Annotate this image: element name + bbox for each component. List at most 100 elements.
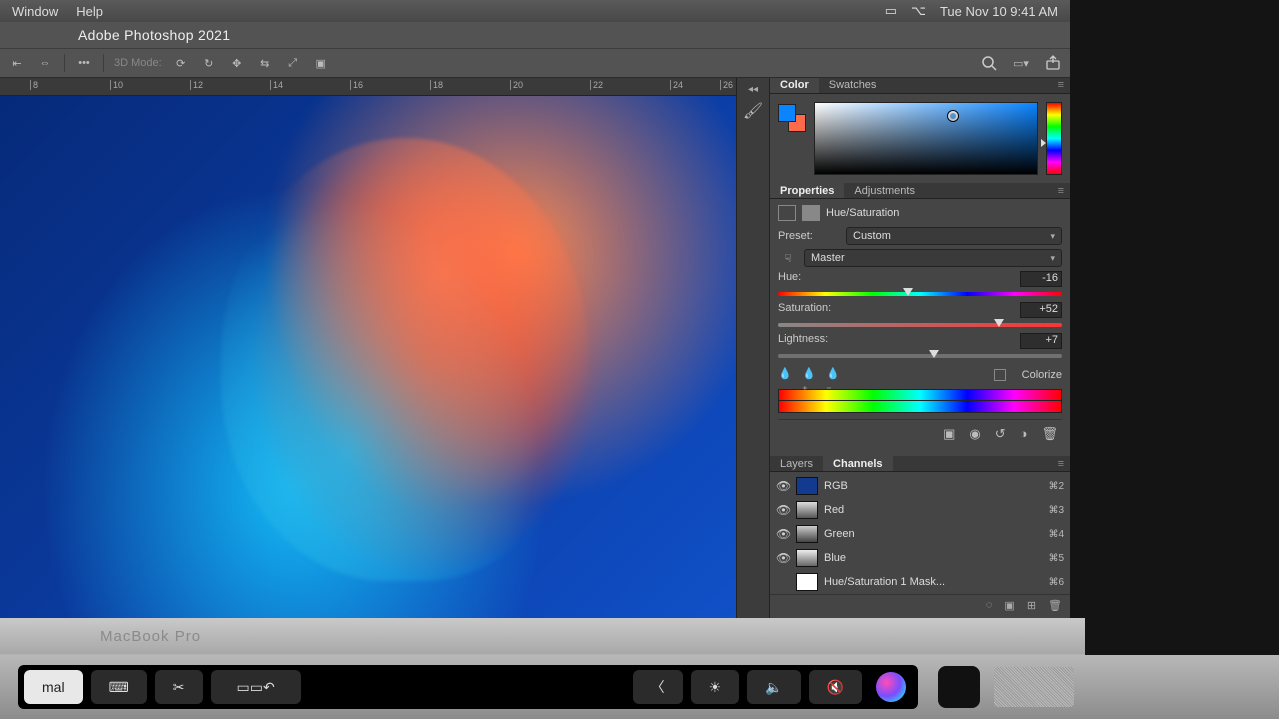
touchbar-cut-icon[interactable]: ✂	[155, 670, 203, 704]
load-selection-icon[interactable]: ◌	[986, 599, 993, 612]
tab-layers[interactable]: Layers	[770, 456, 823, 471]
reset-icon[interactable]: ↺	[995, 426, 1006, 442]
align-left-icon[interactable]: ⇤	[8, 54, 26, 72]
hue-strip[interactable]	[1046, 102, 1062, 175]
channel-row[interactable]: 👁 RGB ⌘2	[770, 474, 1070, 498]
lightness-value[interactable]: +7	[1020, 333, 1062, 349]
channel-row[interactable]: 👁 Green ⌘4	[770, 522, 1070, 546]
menubar-display-icon[interactable]: ▭	[885, 3, 897, 19]
eye-icon[interactable]: 👁	[776, 479, 790, 493]
align-center-icon[interactable]: ⇔	[36, 54, 54, 72]
touchbar-back-icon[interactable]: 〈	[633, 670, 683, 704]
eye-icon[interactable]: 👁	[776, 503, 790, 517]
hue-band-bottom[interactable]	[778, 401, 1062, 413]
lightness-slider[interactable]	[778, 351, 1062, 361]
channel-name: Green	[824, 528, 1042, 540]
photoshop-window: Adobe Photoshop 2021 ⇤ ⇔ ••• 3D Mode: ⟳ …	[0, 22, 1070, 618]
channel-shortcut: ⌘3	[1048, 505, 1064, 516]
hue-strip-indicator[interactable]	[1041, 139, 1046, 147]
eyedropper-sub-icon[interactable]: 💧₋	[826, 367, 842, 383]
channel-select[interactable]: Master▾	[804, 249, 1062, 267]
panel-menu-icon[interactable]: ≡	[1058, 458, 1064, 470]
channel-row[interactable]: Hue/Saturation 1 Mask... ⌘6	[770, 570, 1070, 594]
ruler-horizontal[interactable]: 8 10 12 14 16 18 20 22 24 26	[0, 78, 736, 96]
clip-to-layer-icon[interactable]: ▣	[943, 426, 955, 442]
tab-properties[interactable]: Properties	[770, 183, 844, 198]
properties-panel: Hue/Saturation Preset: Custom▾ ☟ Master▾	[770, 199, 1070, 456]
eye-icon[interactable]: 👁	[776, 551, 790, 565]
touchbar-area: mal ⌨ ✂ ▭▭↶ 〈 ☀ 🔈 🔇	[0, 655, 1279, 719]
brush-panel-icon[interactable]: 🖌	[743, 101, 763, 121]
screenmode-icon[interactable]: ▭▾	[1012, 54, 1030, 72]
slide-icon[interactable]: ⇆	[256, 54, 274, 72]
menubar-controlcenter-icon[interactable]: ⌥	[911, 3, 926, 19]
color-field-cursor[interactable]	[948, 111, 958, 121]
channel-shortcut: ⌘4	[1048, 529, 1064, 540]
document-canvas[interactable]	[0, 96, 736, 618]
touchbar-mute-icon[interactable]: 🔇	[809, 670, 862, 704]
channel-thumb	[796, 477, 818, 495]
channel-shortcut: ⌘5	[1048, 553, 1064, 564]
menu-help[interactable]: Help	[76, 4, 103, 19]
targeted-adjust-icon[interactable]: ☟	[778, 252, 798, 265]
color-field[interactable]	[814, 102, 1038, 175]
eyedropper-icon[interactable]: 💧	[778, 367, 794, 383]
panel-menu-icon[interactable]: ≡	[1058, 79, 1064, 91]
fgbg-swatch[interactable]	[778, 104, 806, 132]
more-icon[interactable]: •••	[75, 54, 93, 72]
orbit-icon[interactable]: ⟳	[172, 54, 190, 72]
options-bar: ⇤ ⇔ ••• 3D Mode: ⟳ ↻ ✥ ⇆ ⤢ ▣ ▭▾	[0, 48, 1070, 78]
saturation-value[interactable]: +52	[1020, 302, 1062, 318]
touchbar-volume-icon[interactable]: 🔈	[747, 670, 800, 704]
zoom-icon[interactable]: ⤢	[284, 54, 302, 72]
pan-icon[interactable]: ✥	[228, 54, 246, 72]
tab-adjustments[interactable]: Adjustments	[844, 183, 925, 198]
lightness-label: Lightness:	[778, 333, 828, 349]
preset-select[interactable]: Custom▾	[846, 227, 1062, 245]
search-icon[interactable]	[980, 54, 998, 72]
tab-swatches[interactable]: Swatches	[819, 78, 887, 93]
channel-thumb	[796, 549, 818, 567]
channel-thumb	[796, 573, 818, 591]
tab-channels[interactable]: Channels	[823, 456, 893, 471]
channel-row[interactable]: 👁 Red ⌘3	[770, 498, 1070, 522]
delete-icon[interactable]: 🗑	[1041, 426, 1058, 442]
touchbar-brightness-icon[interactable]: ☀	[691, 670, 740, 704]
eye-icon[interactable]: 👁	[776, 527, 790, 541]
hue-band-top[interactable]	[778, 389, 1062, 401]
touch-id-button[interactable]	[938, 666, 980, 708]
siri-icon	[876, 672, 906, 702]
touchbar-mode-button[interactable]: mal	[24, 670, 83, 704]
touchbar-undo-icon[interactable]: ▭▭↶	[211, 670, 301, 704]
tab-color[interactable]: Color	[770, 78, 819, 93]
channels-panel: 👁 RGB ⌘2 👁 Red ⌘3 👁 Green ⌘4	[770, 472, 1070, 618]
ruler-tick: 18	[430, 80, 443, 90]
eyedropper-add-icon[interactable]: 💧₊	[802, 367, 818, 383]
view-previous-icon[interactable]: ◉	[969, 426, 980, 442]
ruler-tick: 14	[270, 80, 283, 90]
channel-name: Blue	[824, 552, 1042, 564]
delete-channel-icon[interactable]: 🗑	[1048, 599, 1062, 612]
saturation-slider[interactable]	[778, 320, 1062, 330]
collapse-panels-icon[interactable]: ◂◂	[748, 84, 758, 95]
menu-window[interactable]: Window	[12, 4, 58, 19]
hue-value[interactable]: -16	[1020, 271, 1062, 287]
app-titlebar: Adobe Photoshop 2021	[0, 22, 1070, 48]
panel-dock-strip[interactable]: ◂◂ 🖌	[736, 78, 770, 618]
hue-slider[interactable]	[778, 289, 1062, 299]
save-selection-icon[interactable]: ▣	[1004, 599, 1014, 612]
roll-icon[interactable]: ↻	[200, 54, 218, 72]
properties-panel-tabs: Properties Adjustments ≡	[770, 183, 1070, 199]
colorize-checkbox[interactable]	[994, 369, 1006, 381]
new-channel-icon[interactable]: ⊞	[1027, 599, 1036, 612]
saturation-label: Saturation:	[778, 302, 831, 318]
visibility-icon[interactable]: ◑	[1020, 426, 1028, 442]
hue-label: Hue:	[778, 271, 801, 287]
share-icon[interactable]	[1044, 54, 1062, 72]
panel-menu-icon[interactable]: ≡	[1058, 185, 1064, 197]
foreground-swatch[interactable]	[778, 104, 796, 122]
touchbar-keyboard-icon[interactable]: ⌨	[91, 670, 147, 704]
camera-icon[interactable]: ▣	[312, 54, 330, 72]
touchbar-siri-button[interactable]	[870, 670, 912, 704]
channel-row[interactable]: 👁 Blue ⌘5	[770, 546, 1070, 570]
